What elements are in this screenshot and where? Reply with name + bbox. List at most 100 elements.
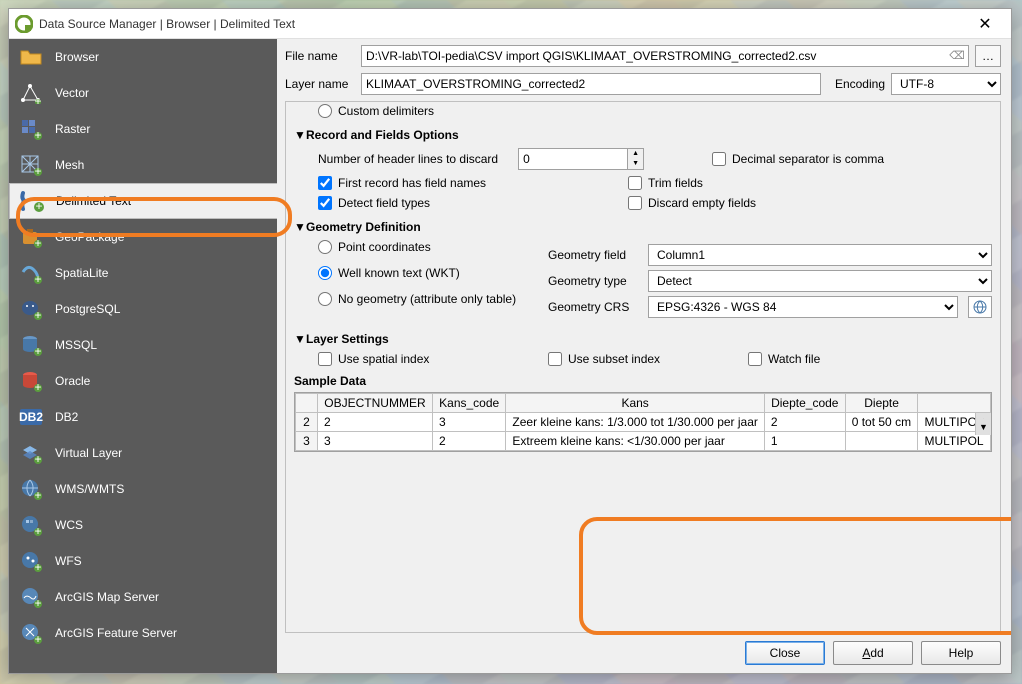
- sidebar-item-delimited-text[interactable]: +Delimited Text: [9, 183, 277, 219]
- checkbox-label: Discard empty fields: [648, 196, 756, 210]
- checkbox-label: Watch file: [768, 352, 820, 366]
- sidebar-item-label: Vector: [55, 86, 89, 100]
- crs-picker-button[interactable]: [968, 296, 992, 318]
- sidebar-item-label: WFS: [55, 554, 82, 568]
- svg-text:+: +: [34, 380, 41, 392]
- svg-text:+: +: [34, 94, 41, 104]
- table-row[interactable]: 3 3 2 Extreem kleine kans: <1/30.000 per…: [296, 432, 991, 451]
- data-source-manager-dialog: Data Source Manager | Browser | Delimite…: [8, 8, 1012, 674]
- geometry-crs-select[interactable]: EPSG:4326 - WGS 84: [648, 296, 958, 318]
- spin-down-icon[interactable]: ▼: [628, 159, 643, 169]
- sidebar-item-postgresql[interactable]: +PostgreSQL: [9, 291, 277, 327]
- discard-empty-checkbox[interactable]: Discard empty fields: [628, 196, 908, 210]
- encoding-select[interactable]: UTF-8: [891, 73, 1001, 95]
- table-header-row: OBJECTNUMMER Kans_code Kans Diepte_code …: [296, 394, 991, 413]
- virtual-layer-icon: +: [17, 439, 45, 467]
- sidebar-item-oracle[interactable]: +Oracle: [9, 363, 277, 399]
- table-header: Diepte: [845, 394, 918, 413]
- sidebar-item-wms-wmts[interactable]: +WMS/WMTS: [9, 471, 277, 507]
- add-button[interactable]: Add: [833, 641, 913, 665]
- sidebar-item-label: ArcGIS Map Server: [55, 590, 159, 604]
- custom-delimiters-radio[interactable]: Custom delimiters: [318, 104, 992, 118]
- header-lines-input[interactable]: [518, 148, 628, 170]
- subset-index-checkbox[interactable]: Use subset index: [548, 352, 728, 366]
- geometry-field-label: Geometry field: [548, 248, 638, 262]
- sidebar-item-label: PostgreSQL: [55, 302, 120, 316]
- spin-up-icon[interactable]: ▲: [628, 149, 643, 159]
- sample-data-scroll[interactable]: OBJECTNUMMER Kans_code Kans Diepte_code …: [295, 393, 991, 451]
- detect-types-checkbox[interactable]: Detect field types: [318, 196, 608, 210]
- sidebar-item-virtual-layer[interactable]: +Virtual Layer: [9, 435, 277, 471]
- watch-file-checkbox[interactable]: Watch file: [748, 352, 820, 366]
- clear-file-icon[interactable]: ⌫: [949, 48, 965, 64]
- sidebar-item-mesh[interactable]: +Mesh: [9, 147, 277, 183]
- svg-text:+: +: [35, 199, 42, 213]
- record-options-header[interactable]: ▼Record and Fields Options: [294, 128, 992, 142]
- table-header: [918, 394, 991, 413]
- delimited-text-icon: +: [18, 187, 46, 215]
- radio-label: Point coordinates: [338, 240, 431, 254]
- sidebar-item-label: GeoPackage: [55, 230, 124, 244]
- svg-text:+: +: [34, 524, 41, 536]
- mssql-icon: +: [17, 331, 45, 359]
- sidebar-item-db2[interactable]: DB2DB2: [9, 399, 277, 435]
- radio-label: Well known text (WKT): [338, 266, 460, 280]
- table-header: OBJECTNUMMER: [318, 394, 433, 413]
- sidebar-item-wfs[interactable]: + WFS: [9, 543, 277, 579]
- table-cell: 2: [432, 432, 505, 451]
- trim-fields-checkbox[interactable]: Trim fields: [628, 176, 908, 190]
- arcgis-feature-icon: +: [17, 619, 45, 647]
- no-geometry-radio[interactable]: No geometry (attribute only table): [318, 292, 538, 306]
- sidebar-item-geopackage[interactable]: + GeoPackage: [9, 219, 277, 255]
- geometry-crs-label: Geometry CRS: [548, 300, 638, 314]
- point-coords-radio[interactable]: Point coordinates: [318, 240, 538, 254]
- geometry-field-select[interactable]: Column1: [648, 244, 992, 266]
- wcs-icon: +: [17, 511, 45, 539]
- section-title: Layer Settings: [306, 332, 389, 346]
- svg-text:+: +: [34, 452, 41, 464]
- sidebar-item-mssql[interactable]: +MSSQL: [9, 327, 277, 363]
- sidebar-item-label: Raster: [55, 122, 90, 136]
- window-title: Data Source Manager | Browser | Delimite…: [39, 17, 965, 31]
- spatial-index-checkbox[interactable]: Use spatial index: [318, 352, 528, 366]
- sample-data-table-wrap: OBJECTNUMMER Kans_code Kans Diepte_code …: [294, 392, 992, 452]
- sidebar-item-raster[interactable]: +Raster: [9, 111, 277, 147]
- file-name-input[interactable]: [361, 45, 969, 67]
- sidebar-item-arcgis-feature-server[interactable]: +ArcGIS Feature Server: [9, 615, 277, 651]
- table-row[interactable]: 2 2 3 Zeer kleine kans: 1/3.000 tot 1/30…: [296, 413, 991, 432]
- checkbox-label: Decimal separator is comma: [732, 152, 884, 166]
- first-record-checkbox[interactable]: First record has field names: [318, 176, 608, 190]
- geometry-definition-header[interactable]: ▼Geometry Definition: [294, 220, 992, 234]
- oracle-icon: +: [17, 367, 45, 395]
- triangle-down-icon: ▼: [294, 128, 306, 142]
- layer-name-input[interactable]: [361, 73, 821, 95]
- layer-settings-header[interactable]: ▼Layer Settings: [294, 332, 992, 346]
- decimal-comma-checkbox[interactable]: Decimal separator is comma: [712, 152, 992, 166]
- table-header: Kans: [506, 394, 765, 413]
- sidebar-item-browser[interactable]: Browser: [9, 39, 277, 75]
- wfs-icon: +: [17, 547, 45, 575]
- sample-data-header: Sample Data: [294, 374, 992, 388]
- table-cell: Extreem kleine kans: <1/30.000 per jaar: [506, 432, 765, 451]
- geometry-type-select[interactable]: Detect: [648, 270, 992, 292]
- browse-button[interactable]: …: [975, 45, 1001, 67]
- titlebar: Data Source Manager | Browser | Delimite…: [9, 9, 1011, 39]
- section-title: Geometry Definition: [306, 220, 421, 234]
- help-button[interactable]: Help: [921, 641, 1001, 665]
- checkbox-label: Trim fields: [648, 176, 703, 190]
- close-button[interactable]: ✕: [965, 10, 1005, 38]
- vertical-scrollbar[interactable]: ▲▼: [975, 413, 991, 435]
- sidebar: Browser +Vector +Raster +Mesh +Delimited…: [9, 39, 277, 673]
- sidebar-item-spatialite[interactable]: +SpatiaLite: [9, 255, 277, 291]
- table-cell: 3: [318, 432, 433, 451]
- sidebar-item-wcs[interactable]: +WCS: [9, 507, 277, 543]
- scroll-down-icon[interactable]: ▼: [976, 419, 991, 435]
- wkt-radio[interactable]: Well known text (WKT): [318, 266, 538, 280]
- table-header: Kans_code: [432, 394, 505, 413]
- svg-text:+: +: [34, 236, 41, 248]
- sidebar-item-arcgis-map-server[interactable]: +ArcGIS Map Server: [9, 579, 277, 615]
- close-dialog-button[interactable]: Close: [745, 641, 825, 665]
- button-label: Help: [949, 646, 974, 660]
- header-lines-spinner[interactable]: ▲▼: [518, 148, 644, 170]
- sidebar-item-vector[interactable]: + Vector: [9, 75, 277, 111]
